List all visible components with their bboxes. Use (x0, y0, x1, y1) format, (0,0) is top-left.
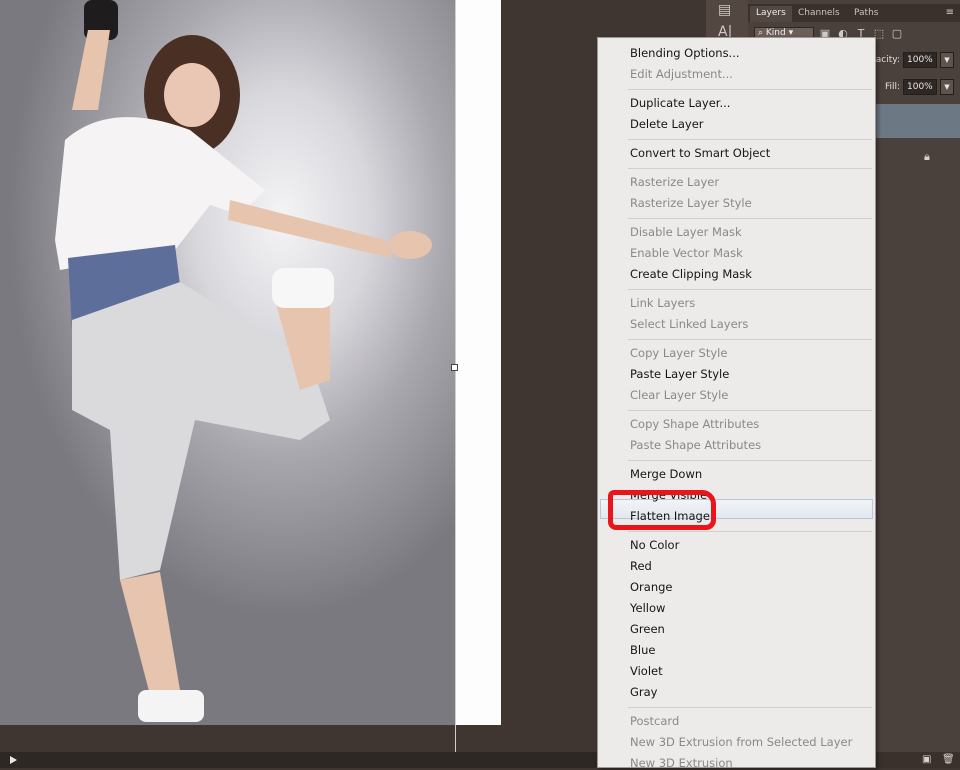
menu-separator (628, 139, 872, 140)
panel-menu-icon[interactable]: ≡ (946, 7, 954, 18)
menu-item-merge-down[interactable]: Merge Down (630, 467, 702, 481)
menu-item-create-clipping-mask[interactable]: Create Clipping Mask (630, 267, 752, 281)
menu-item-blue[interactable]: Blue (630, 643, 655, 657)
play-icon[interactable] (10, 756, 17, 764)
menu-item-link-layers: Link Layers (630, 296, 696, 310)
menu-separator (628, 168, 872, 169)
menu-item-edit-adjustment: Edit Adjustment... (630, 67, 733, 81)
fill-row: Fill: 100% ▼ (885, 79, 954, 95)
layer-context-menu: Blending Options... Edit Adjustment... Dup… (597, 37, 876, 770)
menu-item-disable-layer-mask: Disable Layer Mask (630, 225, 742, 239)
menu-item-postcard: Postcard (630, 714, 680, 728)
menu-separator (628, 410, 872, 411)
new-layer-icon[interactable]: ▣ (922, 754, 931, 765)
document-canvas-photo[interactable] (0, 0, 455, 725)
menu-item-duplicate-layer[interactable]: Duplicate Layer... (630, 96, 730, 110)
fill-dropdown-icon[interactable]: ▼ (940, 79, 954, 95)
menu-item-rasterize-layer-style: Rasterize Layer Style (630, 196, 752, 210)
menu-item-copy-shape-attributes: Copy Shape Attributes (630, 417, 760, 431)
document-edge-line (455, 0, 456, 752)
panel-tabs: Layers Channels Paths ≡ (748, 4, 960, 22)
tab-channels[interactable]: Channels (792, 6, 846, 22)
fill-field[interactable]: 100% (903, 79, 937, 95)
opacity-label: acity: (875, 55, 900, 65)
trash-icon[interactable]: 🗑︎ (942, 754, 955, 765)
menu-separator (628, 460, 872, 461)
smart-object-filter-icon[interactable]: ▢ (890, 27, 904, 41)
menu-item-gray[interactable]: Gray (630, 685, 658, 699)
opacity-field[interactable]: 100% (903, 52, 937, 68)
menu-separator (628, 289, 872, 290)
menu-item-paste-shape-attributes: Paste Shape Attributes (630, 438, 762, 452)
kind-filter-label: Kind (765, 27, 786, 38)
menu-item-convert-to-smart-object[interactable]: Convert to Smart Object (630, 146, 770, 160)
menu-item-rasterize-layer: Rasterize Layer (630, 175, 720, 189)
tab-layers[interactable]: Layers (750, 6, 792, 22)
menu-item-delete-layer[interactable]: Delete Layer (630, 117, 704, 131)
menu-item-green[interactable]: Green (630, 622, 665, 636)
fill-label: Fill: (884, 82, 900, 92)
menu-separator (628, 531, 872, 532)
menu-separator (628, 89, 872, 90)
lock-icon[interactable]: 🔒︎ (924, 150, 930, 164)
menu-item-no-color[interactable]: No Color (630, 538, 679, 552)
menu-separator (628, 707, 872, 708)
menu-item-new-3d-extrusion-from-selected-layer: New 3D Extrusion from Selected Layer (630, 735, 853, 749)
menu-separator (628, 218, 872, 219)
opacity-row: acity: 100% ▼ (876, 52, 954, 68)
menu-item-red[interactable]: Red (630, 559, 652, 573)
menu-item-orange[interactable]: Orange (630, 580, 673, 594)
menu-item-blending-options[interactable]: Blending Options... (630, 46, 740, 60)
red-annotation-mark (608, 490, 716, 530)
menu-separator (628, 339, 872, 340)
menu-item-copy-layer-style: Copy Layer Style (630, 346, 728, 360)
opacity-dropdown-icon[interactable]: ▼ (940, 52, 954, 68)
document-canvas-margin (455, 0, 501, 725)
menu-item-violet[interactable]: Violet (630, 664, 663, 678)
tab-paths[interactable]: Paths (848, 6, 884, 22)
menu-item-yellow[interactable]: Yellow (630, 601, 665, 615)
menu-item-paste-layer-style[interactable]: Paste Layer Style (630, 367, 729, 381)
transform-handle[interactable] (451, 364, 458, 371)
menu-item-clear-layer-style: Clear Layer Style (630, 388, 729, 402)
layers-panel-icon[interactable]: ▤ (718, 2, 731, 18)
dancer-figure (55, 0, 432, 722)
menu-item-enable-vector-mask: Enable Vector Mask (630, 246, 743, 260)
menu-item-select-linked-layers: Select Linked Layers (630, 317, 749, 331)
